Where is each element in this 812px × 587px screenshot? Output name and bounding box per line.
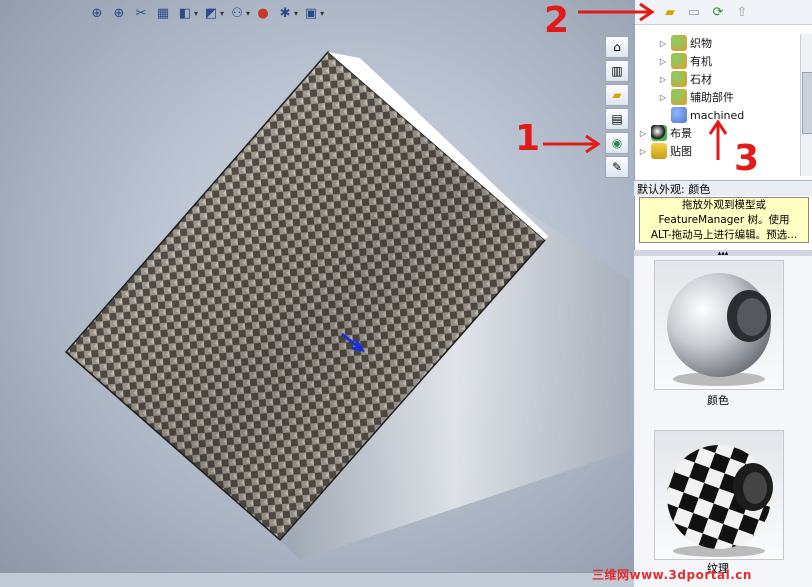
tree-item-label: 辅助部件	[690, 91, 734, 104]
custom-properties-icon[interactable]: ✎	[605, 156, 629, 178]
tree-item[interactable]: ▷ 辅助部件	[658, 88, 734, 106]
tree-item[interactable]: ▷ 布景	[638, 124, 692, 142]
tree-item-label: 有机	[690, 55, 712, 68]
add-folder-icon[interactable]: ▰	[661, 3, 679, 21]
task-pane-tabs: ⌂ ▥ ▰ ▤ ◉ ✎	[605, 36, 631, 178]
expand-icon[interactable]: ▷	[658, 39, 668, 48]
tree-scrollbar[interactable]	[800, 34, 812, 176]
tree-item-label: 石材	[690, 73, 712, 86]
tree-item-label: 布景	[670, 127, 692, 140]
edit-appearance-icon[interactable]: ⚇	[228, 4, 246, 22]
refresh-icon[interactable]: ⟳	[709, 3, 727, 21]
expand-icon[interactable]: ▷	[658, 93, 668, 102]
up-arrow-icon[interactable]: ⇧	[733, 3, 751, 21]
annotation-number: 1	[515, 118, 541, 159]
expand-icon[interactable]: ▷	[638, 129, 648, 138]
annotation-number: 2	[544, 0, 570, 41]
display-pane-icon[interactable]: ▣	[302, 4, 320, 22]
graphics-viewport[interactable]: ⊕ ⊕ ✂ ▦ ◧ ▾ ◩ ▾ ⚇ ▾ ● ✱ ▾ ▣ ▾	[0, 0, 634, 587]
annotation-number: 3	[734, 138, 760, 179]
default-appearance-label: 默认外观: 颜色	[634, 180, 812, 196]
expand-icon[interactable]: ▷	[658, 75, 668, 84]
appearance-folder-icon	[671, 107, 687, 123]
expand-icon[interactable]: ▷	[658, 57, 668, 66]
hide-show-icon[interactable]: ◩	[202, 4, 220, 22]
open-folder-icon[interactable]: ▭	[685, 3, 703, 21]
color-swatch[interactable]	[654, 260, 784, 390]
watermark: 三维网www.3dportal.cn	[592, 568, 752, 582]
tree-item[interactable]: ▷ 贴图	[638, 142, 692, 160]
appearance-thumbnails: 颜色 纹理	[634, 256, 812, 587]
zoom-area-icon[interactable]: ⊕	[110, 4, 128, 22]
home-icon[interactable]: ⌂	[605, 36, 629, 58]
appearance-folder-icon	[671, 35, 687, 51]
view-orientation-icon[interactable]: ▦	[154, 4, 172, 22]
tree-item-label: 贴图	[670, 145, 692, 158]
texture-swatch[interactable]	[654, 430, 784, 560]
view-palette-icon[interactable]: ▤	[605, 108, 629, 130]
appearance-folder-icon	[671, 89, 687, 105]
status-bar	[0, 572, 634, 587]
tooltip: 拖放外观到模型或 FeatureManager 树。使用 ALT-拖动马上进行编…	[639, 197, 809, 243]
decal-folder-icon	[651, 143, 667, 159]
expand-icon[interactable]: ▷	[638, 147, 648, 156]
design-library-icon[interactable]: ▥	[605, 60, 629, 82]
panel-toolbar: ▰ ▭ ⟳ ⇧	[635, 0, 812, 25]
tree-item-label: 织物	[690, 37, 712, 50]
appearance-folder-icon	[671, 53, 687, 69]
tooltip-line: ALT-拖动马上进行编辑。预选...	[650, 229, 798, 241]
appearance-folder-icon	[671, 71, 687, 87]
swatch-caption: 颜色	[707, 394, 729, 407]
tooltip-line: FeatureManager 树。使用	[658, 214, 790, 226]
section-view-icon[interactable]: ✂	[132, 4, 150, 22]
appearance-tree: ▷ 织物 ▷ 有机 ▷ 石材 ▷ 辅助部件 machined ▷ 布景 ▷ 贴图	[634, 34, 798, 174]
tree-item[interactable]: ▷ 石材	[658, 70, 712, 88]
tooltip-line: 拖放外观到模型或	[682, 199, 766, 211]
zoom-to-fit-icon[interactable]: ⊕	[88, 4, 106, 22]
view-toolbar: ⊕ ⊕ ✂ ▦ ◧ ▾ ◩ ▾ ⚇ ▾ ● ✱ ▾ ▣ ▾	[88, 2, 325, 24]
file-explorer-icon[interactable]: ▰	[605, 84, 629, 106]
scrollbar-thumb[interactable]	[802, 72, 812, 134]
apply-scene-icon[interactable]: ●	[254, 4, 272, 22]
appearances-icon[interactable]: ◉	[605, 132, 629, 154]
display-style-icon[interactable]: ◧	[176, 4, 194, 22]
scene-folder-icon	[651, 125, 667, 141]
tree-item[interactable]: ▷ 有机	[658, 52, 712, 70]
model-render	[64, 50, 630, 560]
view-settings-icon[interactable]: ✱	[276, 4, 294, 22]
tree-item-label: machined	[690, 108, 745, 122]
tree-item[interactable]: machined	[668, 106, 744, 124]
tree-item[interactable]: ▷ 织物	[658, 34, 712, 52]
